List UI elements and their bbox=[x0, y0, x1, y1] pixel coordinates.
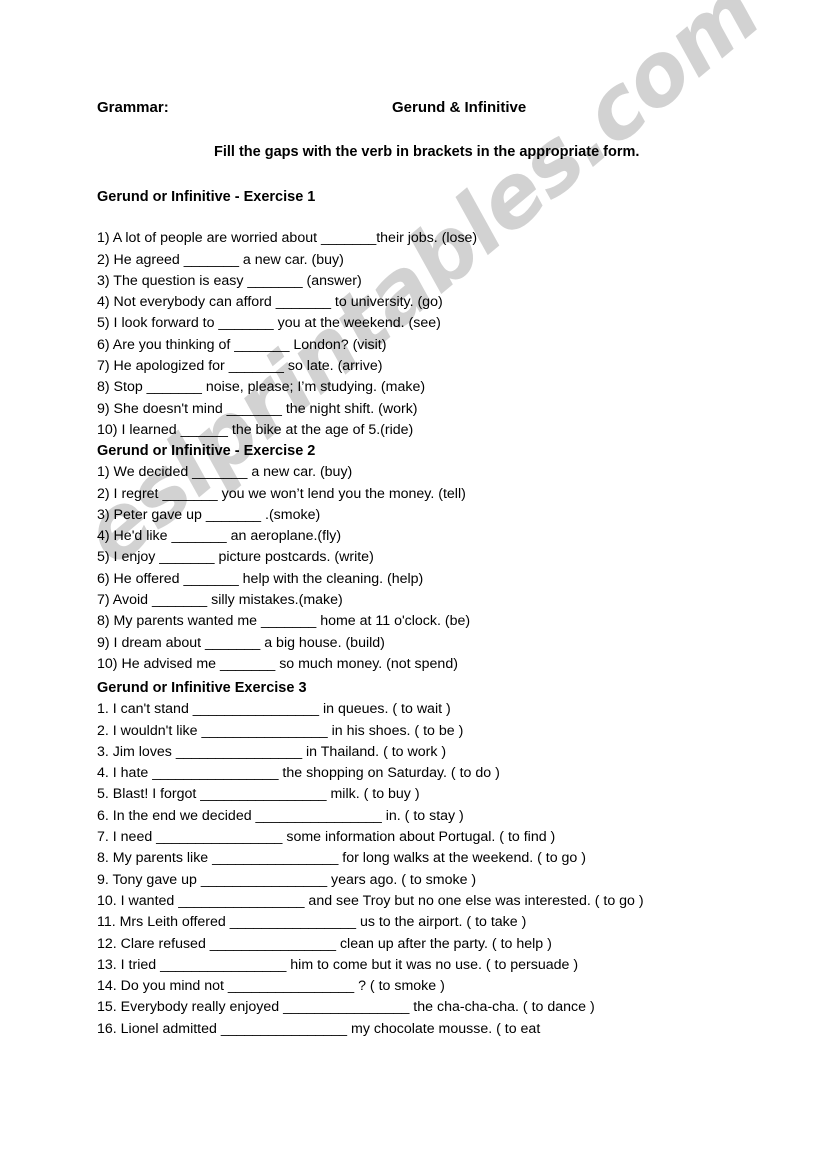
list-item: 8) My parents wanted me _______ home at … bbox=[97, 613, 471, 630]
list-item: 3. Jim loves ________________ in Thailan… bbox=[97, 743, 447, 760]
exercise-1-list: 1) A lot of people are worried about ___… bbox=[97, 228, 797, 441]
instruction-text: Fill the gaps with the verb in brackets … bbox=[214, 144, 640, 160]
list-item: 9. Tony gave up ________________ years a… bbox=[97, 871, 477, 888]
list-item: 6) He offered _______ help with the clea… bbox=[97, 570, 424, 587]
list-item: 10. I wanted ________________ and see Tr… bbox=[97, 892, 644, 909]
list-item: 2) He agreed _______ a new car. (buy) bbox=[97, 251, 344, 268]
exercise-3-heading: Gerund or Infinitive Exercise 3 bbox=[97, 680, 307, 696]
list-item: 5) I enjoy _______ picture postcards. (w… bbox=[97, 549, 374, 566]
page-title: Gerund & Infinitive bbox=[392, 99, 527, 116]
list-item: 5. Blast! I forgot ________________ milk… bbox=[97, 786, 420, 803]
list-item: 14. Do you mind not ________________ ? (… bbox=[97, 978, 445, 995]
list-item: 16. Lionel admitted ________________ my … bbox=[97, 1020, 541, 1037]
grammar-label: Grammar: bbox=[97, 99, 169, 116]
list-item: 15. Everybody really enjoyed ___________… bbox=[97, 999, 595, 1016]
list-item: 1) A lot of people are worried about ___… bbox=[97, 230, 478, 247]
list-item: 9) I dream about _______ a big house. (b… bbox=[97, 634, 385, 651]
list-item: 5) I look forward to _______ you at the … bbox=[97, 315, 441, 332]
list-item: 11. Mrs Leith offered ________________ u… bbox=[97, 914, 527, 931]
list-item: 7) He apologized for _______ so late. (a… bbox=[97, 358, 383, 375]
list-item: 1. I can't stand ________________ in que… bbox=[97, 701, 451, 718]
list-item: 9) She doesn't mind _______ the night sh… bbox=[97, 400, 418, 417]
list-item: 6) Are you thinking of _______ London? (… bbox=[97, 336, 387, 353]
list-item: 4. I hate ________________ the shopping … bbox=[97, 765, 500, 782]
exercise-1-heading: Gerund or Infinitive - Exercise 1 bbox=[97, 189, 316, 205]
exercise-1-section: Gerund or Infinitive - Exercise 1 1) A l… bbox=[97, 187, 797, 441]
list-item: 4) Not everybody can afford _______ to u… bbox=[97, 294, 443, 311]
worksheet-header: Grammar: Gerund & Infinitive bbox=[97, 99, 737, 119]
list-item: 10) He advised me _______ so much money.… bbox=[97, 655, 458, 672]
list-item: 10) I learned ______ the bike at the age… bbox=[97, 421, 414, 438]
list-item: 8. My parents like ________________ for … bbox=[97, 850, 586, 867]
list-item: 12. Clare refused ________________ clean… bbox=[97, 935, 552, 952]
list-item: 2. I wouldn't like ________________ in h… bbox=[97, 722, 464, 739]
exercise-3-list: 1. I can't stand ________________ in que… bbox=[97, 699, 797, 1040]
list-item: 7. I need ________________ some informat… bbox=[97, 829, 556, 846]
list-item: 8) Stop _______ noise, please; I’m study… bbox=[97, 379, 426, 396]
exercise-2-heading: Gerund or Infinitive - Exercise 2 bbox=[97, 443, 316, 459]
exercise-3-section: Gerund or Infinitive Exercise 3 1. I can… bbox=[97, 678, 797, 1040]
worksheet-page: eslprintables.com Grammar: Gerund & Infi… bbox=[0, 0, 821, 1161]
list-item: 13. I tried ________________ him to come… bbox=[97, 956, 579, 973]
list-item: 3) The question is easy _______ (answer) bbox=[97, 272, 362, 289]
list-item: 1) We decided _______ a new car. (buy) bbox=[97, 464, 353, 481]
exercise-2-section: Gerund or Infinitive - Exercise 2 1) We … bbox=[97, 441, 797, 675]
exercise-2-list: 1) We decided _______ a new car. (buy) 2… bbox=[97, 462, 797, 675]
list-item: 2) I regret _______ you we won’t lend yo… bbox=[97, 485, 466, 502]
list-item: 3) Peter gave up _______ .(smoke) bbox=[97, 506, 321, 523]
list-item: 7) Avoid _______ silly mistakes.(make) bbox=[97, 592, 343, 609]
list-item: 4) He'd like _______ an aeroplane.(fly) bbox=[97, 528, 342, 545]
list-item: 6. In the end we decided _______________… bbox=[97, 807, 464, 824]
